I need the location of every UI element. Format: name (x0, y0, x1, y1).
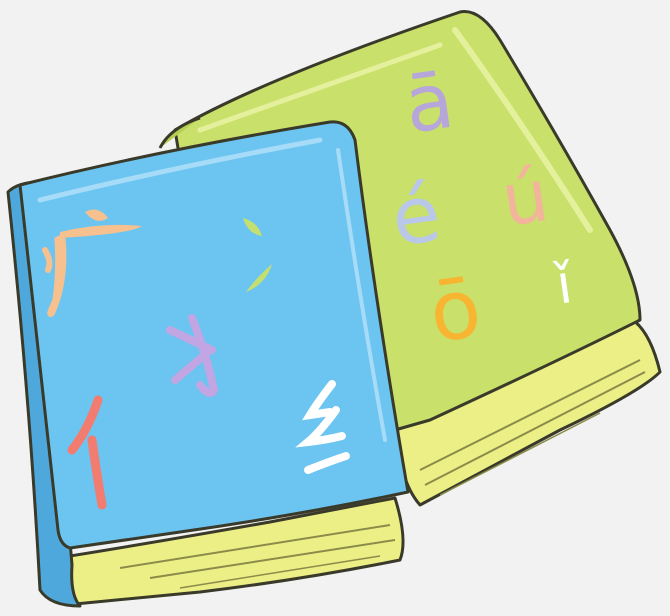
blue-radicals-book (6, 120, 410, 608)
radical-label: 纟 (325, 429, 326, 431)
two-books-illustration: ā é ú ǐ ō 广 冫 扌 亻 纟 (6, 10, 662, 608)
blue-book-cover (18, 120, 410, 550)
radical-label: 亻 (90, 454, 91, 456)
radical-label: 冫 (255, 254, 256, 256)
